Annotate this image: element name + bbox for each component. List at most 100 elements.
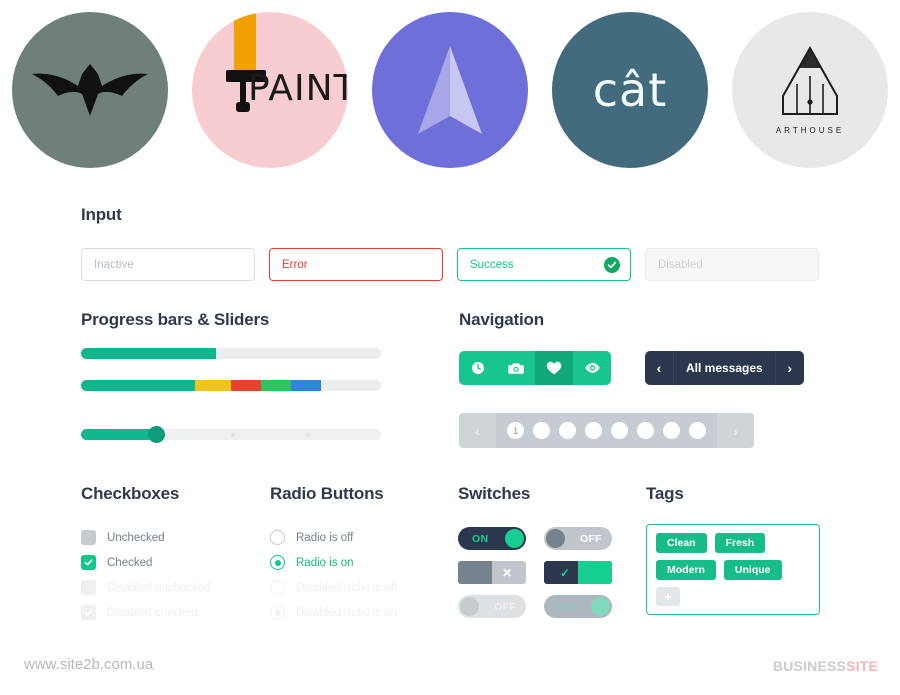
- footer-brand-second: SITE: [846, 658, 878, 674]
- switch-sw-on-dark[interactable]: ON: [458, 527, 526, 550]
- checkbox-label: Checked: [107, 556, 153, 569]
- checkbox-unchecked-icon[interactable]: [81, 530, 96, 545]
- section-title-tags: Tags: [646, 484, 684, 503]
- switch-grid: ON OFF ✕ ✓ OFF ON: [458, 527, 612, 618]
- switch-sw-on-disabled[interactable]: ON: [544, 595, 612, 618]
- pagination-dot[interactable]: [689, 422, 706, 439]
- messages-prev-button[interactable]: ‹: [645, 351, 673, 385]
- pagination: ‹ 1 ›: [459, 413, 754, 448]
- switch-sw-off-gray[interactable]: OFF: [544, 527, 612, 550]
- pagination-dot[interactable]: [533, 422, 550, 439]
- pagination-dot[interactable]: [585, 422, 602, 439]
- slider-knob[interactable]: [148, 426, 165, 443]
- switch-knob: [458, 561, 492, 584]
- section-title-progress: Progress bars & Sliders: [81, 310, 270, 329]
- switch-label: OFF: [494, 601, 516, 613]
- switch-label: OFF: [580, 533, 602, 545]
- plane-logo: [372, 12, 528, 168]
- switch-label: ON: [472, 533, 489, 545]
- cat-logo: cât: [552, 12, 708, 168]
- page-footer: www.site2b.com.ua BUSINESSSITE: [0, 650, 900, 695]
- tag-item[interactable]: Fresh: [714, 533, 766, 553]
- logo-item-paint: PAINT: [180, 12, 360, 168]
- checkbox-unchecked-icon[interactable]: [81, 580, 96, 595]
- slider-tick-2: [306, 432, 310, 437]
- checkbox-label: Disabled checked: [107, 606, 198, 619]
- input-success-placeholder: Success: [470, 258, 514, 271]
- tag-input-box[interactable]: Clean Fresh Modern Unique +: [646, 524, 820, 615]
- pagination-dot[interactable]: [559, 422, 576, 439]
- checkbox-row[interactable]: Unchecked: [81, 525, 266, 550]
- checkbox-row[interactable]: Checked: [81, 550, 266, 575]
- progress-bar-single: [81, 348, 381, 359]
- radio-row[interactable]: Radio is off: [270, 525, 455, 550]
- switch-sw-check-dark[interactable]: ✓: [544, 561, 612, 584]
- footer-brand: BUSINESSSITE: [773, 658, 878, 674]
- logo-item-bat: [0, 12, 180, 168]
- logo-item-cat: cât: [540, 12, 720, 168]
- input-inactive[interactable]: Inactive: [81, 248, 255, 281]
- switch-knob: [460, 597, 479, 616]
- switch-sw-off-disabled[interactable]: OFF: [458, 595, 526, 618]
- checkbox-label: Unchecked: [107, 531, 165, 544]
- section-title-navigation: Navigation: [459, 310, 544, 329]
- radio-unselected-icon[interactable]: [270, 580, 285, 595]
- checkbox-checked-icon[interactable]: [81, 555, 96, 570]
- nav-icon-button-heart[interactable]: [535, 351, 573, 385]
- section-title-checkboxes: Checkboxes: [81, 484, 180, 503]
- radio-label: Radio is off: [296, 531, 354, 544]
- radio-label: Disabled radio is on: [296, 606, 398, 619]
- radio-selected-icon[interactable]: [270, 555, 285, 570]
- tag-item[interactable]: Modern: [656, 560, 716, 580]
- progress-segment-3: [231, 380, 261, 391]
- tag-item[interactable]: Unique: [723, 560, 782, 580]
- tag-item[interactable]: Clean: [656, 533, 707, 553]
- cat-logo-text: cât: [592, 63, 668, 117]
- pagination-dot[interactable]: 1: [507, 422, 524, 439]
- radio-selected-icon[interactable]: [270, 605, 285, 620]
- section-title-switches: Switches: [458, 484, 531, 503]
- messages-label: All messages: [673, 351, 776, 385]
- slider-tick-1: [231, 432, 235, 437]
- input-error[interactable]: Error: [269, 248, 443, 281]
- nav-icon-button-clock[interactable]: [459, 351, 497, 385]
- pagination-prev-button[interactable]: ‹: [459, 413, 496, 448]
- logo-showcase-row: PAINT cât ARTHOUSE: [0, 0, 900, 180]
- checkbox-list: Unchecked Checked Disabled unchecked Disabl…: [81, 525, 266, 625]
- icon-button-bar: [459, 351, 611, 385]
- checkbox-row[interactable]: Disabled unchecked: [81, 575, 266, 600]
- messages-next-button[interactable]: ›: [776, 351, 804, 385]
- pagination-dot-list: 1: [496, 413, 717, 448]
- checkbox-row[interactable]: Disabled checked: [81, 600, 266, 625]
- eye-icon: [584, 362, 601, 374]
- switch-label: ON: [558, 601, 575, 613]
- switch-knob: [578, 561, 612, 584]
- input-disabled: Disabled: [645, 248, 819, 281]
- pagination-dot[interactable]: [611, 422, 628, 439]
- arthouse-logo: ARTHOUSE: [732, 12, 888, 168]
- input-inactive-placeholder: Inactive: [94, 258, 134, 271]
- checkbox-checked-icon[interactable]: [81, 605, 96, 620]
- tag-row-2: Modern Unique: [656, 560, 810, 580]
- add-tag-button[interactable]: +: [656, 587, 680, 606]
- input-success[interactable]: Success: [457, 248, 631, 281]
- pagination-dot[interactable]: [637, 422, 654, 439]
- footer-brand-first: BUSINESS: [772, 658, 847, 674]
- radio-row[interactable]: Disabled radio is off: [270, 575, 455, 600]
- radio-row[interactable]: Radio is on: [270, 550, 455, 575]
- input-error-placeholder: Error: [282, 258, 308, 271]
- nav-icon-button-eye[interactable]: [573, 351, 611, 385]
- radio-unselected-icon[interactable]: [270, 530, 285, 545]
- footer-site-url: www.site2b.com.ua: [24, 656, 154, 673]
- pagination-next-button[interactable]: ›: [717, 413, 754, 448]
- progress-segment-4: [261, 380, 291, 391]
- radio-row[interactable]: Disabled radio is on: [270, 600, 455, 625]
- all-messages-nav[interactable]: ‹ All messages ›: [645, 351, 804, 385]
- range-slider[interactable]: [81, 424, 381, 444]
- section-title-radio: Radio Buttons: [270, 484, 384, 503]
- switch-sw-cross-gray[interactable]: ✕: [458, 561, 526, 584]
- check-circle-icon: [604, 256, 620, 273]
- pagination-dot[interactable]: [663, 422, 680, 439]
- progress-bar-multicolor: [81, 380, 381, 391]
- nav-icon-button-camera[interactable]: [497, 351, 535, 385]
